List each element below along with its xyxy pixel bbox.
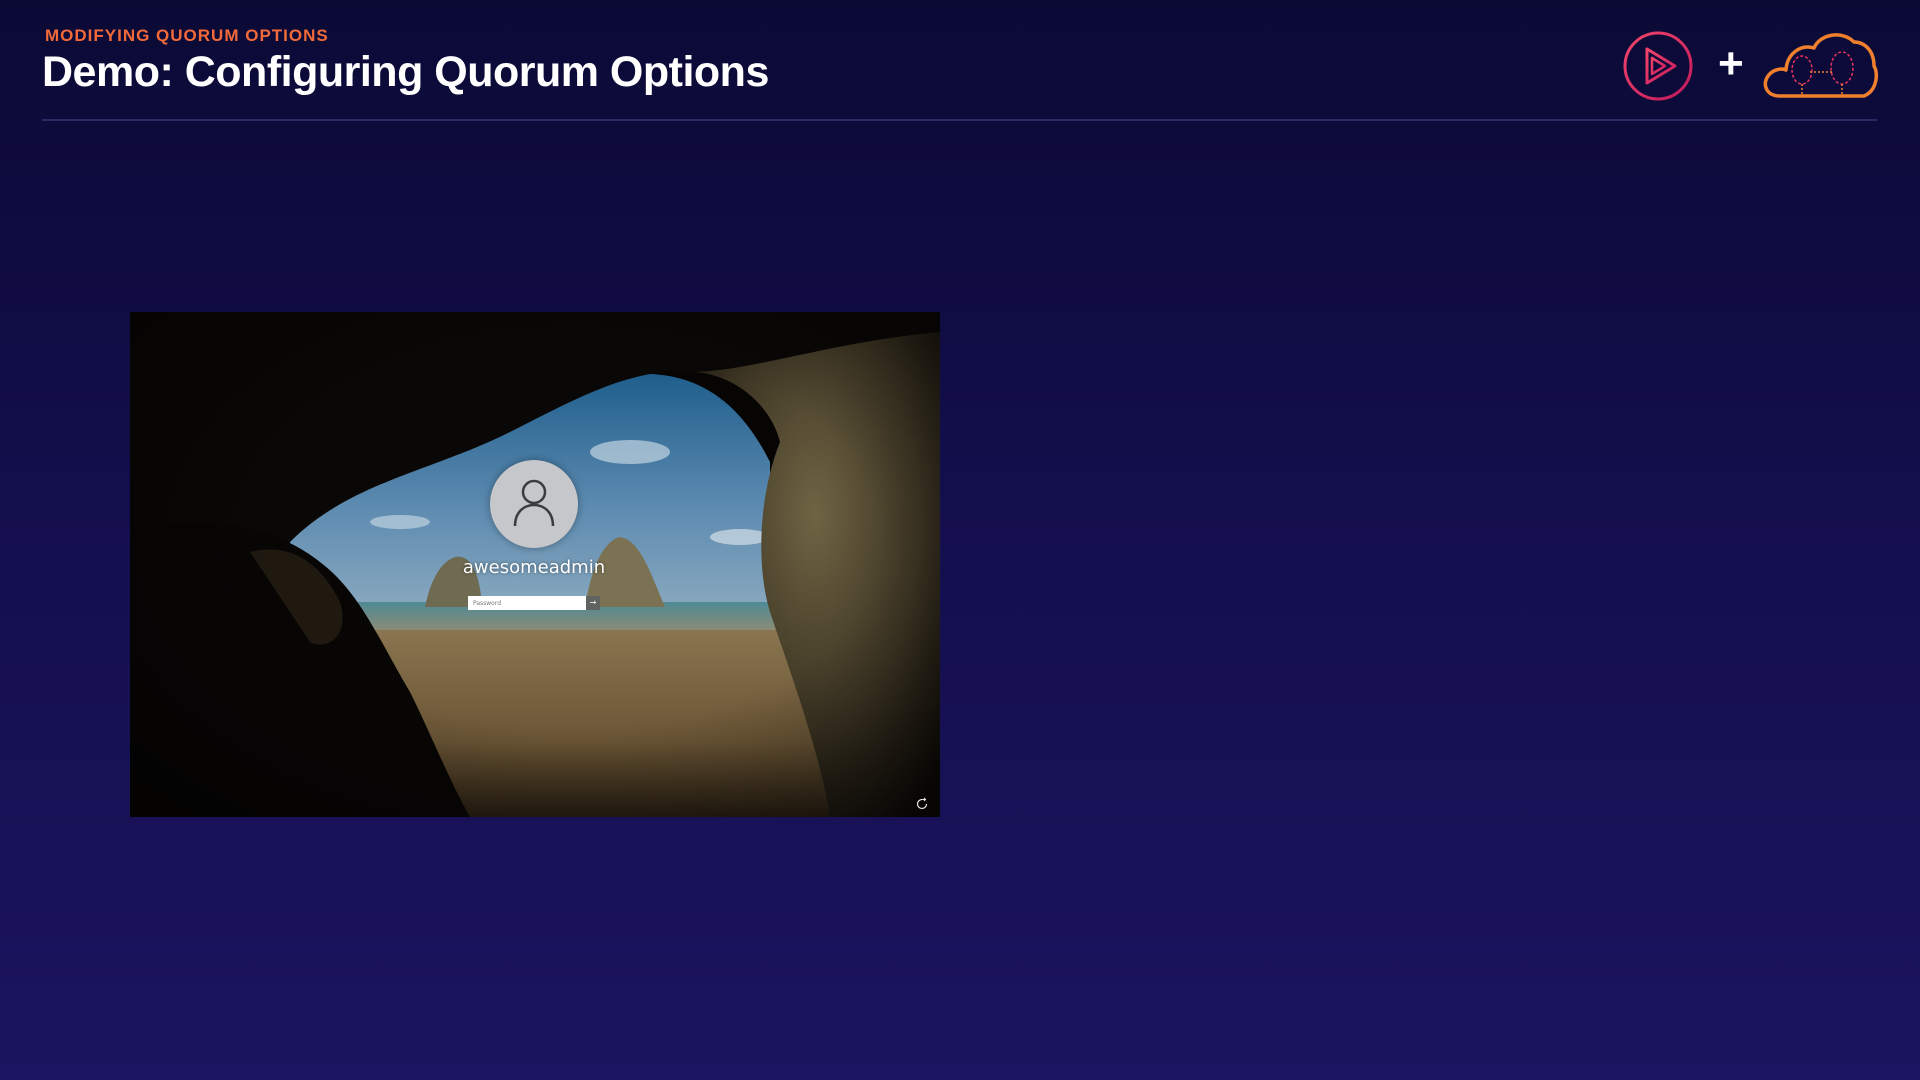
ease-of-access-icon[interactable] [915,797,929,811]
arrow-right-icon: → [589,598,597,607]
username-label: awesomeadmin [462,557,606,578]
logo-area: + [1620,28,1880,108]
password-row: → [468,596,600,610]
user-icon [513,479,555,527]
password-field[interactable] [468,596,586,610]
user-avatar [490,460,578,548]
lock-screen-screenshot: awesomeadmin → [130,312,940,817]
cloud-brain-logo-icon [1763,33,1879,98]
submit-arrow-button[interactable]: → [586,596,600,610]
slide-eyebrow: MODIFYING QUORUM OPTIONS [45,26,329,45]
play-logo-icon [1623,31,1693,101]
slide-title: Demo: Configuring Quorum Options [42,48,769,96]
plus-sign: + [1718,39,1744,88]
header-divider [42,119,1877,121]
